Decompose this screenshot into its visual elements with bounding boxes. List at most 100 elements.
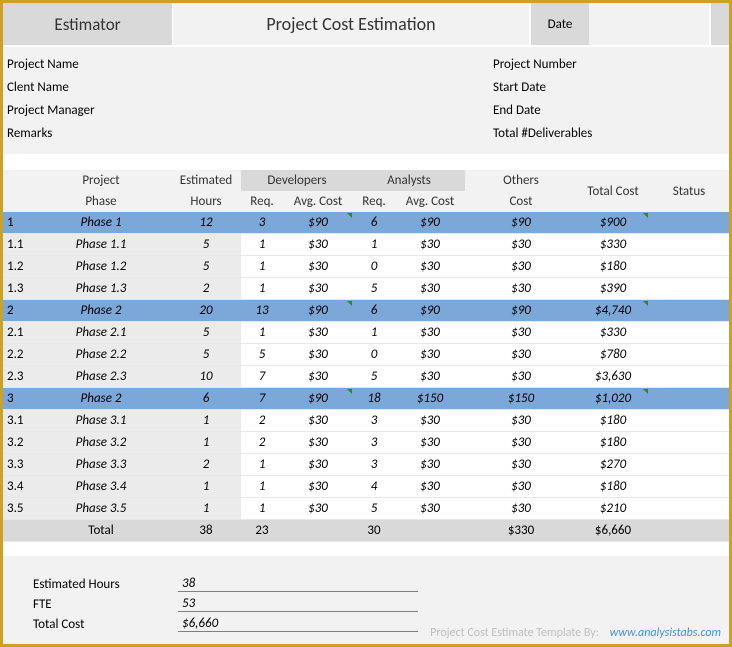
row-hours[interactable]: 5 <box>171 322 241 344</box>
row-ana-req[interactable]: 4 <box>353 476 395 498</box>
row-status[interactable] <box>649 344 729 366</box>
row-dev-req[interactable]: 7 <box>241 388 283 410</box>
row-others[interactable]: $30 <box>465 476 577 498</box>
row-ana-avg[interactable]: $30 <box>395 498 465 520</box>
row-status[interactable] <box>649 498 729 520</box>
row-dev-avg[interactable]: $30 <box>283 322 353 344</box>
row-others[interactable]: $30 <box>465 344 577 366</box>
row-dev-req[interactable]: 13 <box>241 300 283 322</box>
table-row[interactable]: 2.3Phase 2.3107$305$30$30$3,630 <box>3 366 729 388</box>
table-row[interactable]: 3Phase 267$9018$150$150$1,020 <box>3 388 729 410</box>
table-row[interactable]: 2Phase 22013$906$90$90$4,740 <box>3 300 729 322</box>
table-row[interactable]: 3.5Phase 3.511$305$30$30$210 <box>3 498 729 520</box>
summary-est-hours-val[interactable]: 38 <box>178 576 418 592</box>
row-hours[interactable]: 5 <box>171 344 241 366</box>
row-ana-avg[interactable]: $30 <box>395 476 465 498</box>
row-dev-avg[interactable]: $30 <box>283 410 353 432</box>
row-status[interactable] <box>649 322 729 344</box>
row-status[interactable] <box>649 410 729 432</box>
row-ana-req[interactable]: 18 <box>353 388 395 410</box>
row-dev-avg[interactable]: $30 <box>283 454 353 476</box>
row-status[interactable] <box>649 234 729 256</box>
row-dev-req[interactable]: 3 <box>241 212 283 234</box>
row-dev-avg[interactable]: $30 <box>283 234 353 256</box>
row-hours[interactable]: 1 <box>171 410 241 432</box>
row-ana-avg[interactable]: $30 <box>395 432 465 454</box>
row-status[interactable] <box>649 476 729 498</box>
row-ana-avg[interactable]: $30 <box>395 256 465 278</box>
row-others[interactable]: $30 <box>465 234 577 256</box>
row-status[interactable] <box>649 454 729 476</box>
row-ana-req[interactable]: 5 <box>353 278 395 300</box>
row-hours[interactable]: 5 <box>171 256 241 278</box>
row-others[interactable]: $30 <box>465 322 577 344</box>
row-ana-req[interactable]: 1 <box>353 234 395 256</box>
table-row[interactable]: 3.2Phase 3.212$303$30$30$180 <box>3 432 729 454</box>
row-status[interactable] <box>649 388 729 410</box>
row-status[interactable] <box>649 278 729 300</box>
row-ana-avg[interactable]: $90 <box>395 300 465 322</box>
row-dev-avg[interactable]: $30 <box>283 366 353 388</box>
row-ana-avg[interactable]: $30 <box>395 344 465 366</box>
row-dev-req[interactable]: 1 <box>241 278 283 300</box>
row-ana-req[interactable]: 3 <box>353 432 395 454</box>
row-dev-req[interactable]: 1 <box>241 498 283 520</box>
row-others[interactable]: $30 <box>465 454 577 476</box>
row-others[interactable]: $30 <box>465 498 577 520</box>
row-dev-avg[interactable]: $30 <box>283 278 353 300</box>
table-row[interactable]: 1.1Phase 1.151$301$30$30$330 <box>3 234 729 256</box>
row-ana-req[interactable]: 1 <box>353 322 395 344</box>
table-row[interactable]: 3.3Phase 3.321$303$30$30$270 <box>3 454 729 476</box>
row-dev-avg[interactable]: $30 <box>283 344 353 366</box>
row-status[interactable] <box>649 212 729 234</box>
row-ana-avg[interactable]: $30 <box>395 366 465 388</box>
row-hours[interactable]: 12 <box>171 212 241 234</box>
row-ana-req[interactable]: 3 <box>353 410 395 432</box>
row-dev-req[interactable]: 1 <box>241 454 283 476</box>
row-dev-avg[interactable]: $30 <box>283 256 353 278</box>
row-status[interactable] <box>649 300 729 322</box>
row-dev-req[interactable]: 1 <box>241 234 283 256</box>
row-dev-req[interactable]: 5 <box>241 344 283 366</box>
table-row[interactable]: 3.1Phase 3.112$303$30$30$180 <box>3 410 729 432</box>
row-hours[interactable]: 6 <box>171 388 241 410</box>
row-ana-req[interactable]: 6 <box>353 212 395 234</box>
row-dev-req[interactable]: 2 <box>241 432 283 454</box>
row-hours[interactable]: 2 <box>171 454 241 476</box>
row-ana-avg[interactable]: $30 <box>395 454 465 476</box>
row-dev-avg[interactable]: $30 <box>283 432 353 454</box>
row-status[interactable] <box>649 366 729 388</box>
row-status[interactable] <box>649 256 729 278</box>
row-dev-avg[interactable]: $90 <box>283 212 353 234</box>
row-hours[interactable]: 1 <box>171 432 241 454</box>
table-row[interactable]: 1.3Phase 1.321$305$30$30$390 <box>3 278 729 300</box>
row-ana-avg[interactable]: $30 <box>395 322 465 344</box>
row-dev-avg[interactable]: $30 <box>283 476 353 498</box>
row-dev-avg[interactable]: $90 <box>283 388 353 410</box>
row-dev-req[interactable]: 7 <box>241 366 283 388</box>
row-others[interactable]: $150 <box>465 388 577 410</box>
row-hours[interactable]: 5 <box>171 234 241 256</box>
row-ana-req[interactable]: 3 <box>353 454 395 476</box>
date-value[interactable] <box>589 3 709 45</box>
table-row[interactable]: 1.2Phase 1.251$300$30$30$180 <box>3 256 729 278</box>
row-others[interactable]: $30 <box>465 410 577 432</box>
row-others[interactable]: $30 <box>465 432 577 454</box>
row-ana-avg[interactable]: $150 <box>395 388 465 410</box>
table-row[interactable]: 2.2Phase 2.255$300$30$30$780 <box>3 344 729 366</box>
footer-link[interactable]: www.analysistabs.com <box>610 626 721 640</box>
row-dev-req[interactable]: 2 <box>241 410 283 432</box>
row-others[interactable]: $90 <box>465 212 577 234</box>
row-dev-avg[interactable]: $90 <box>283 300 353 322</box>
row-hours[interactable]: 1 <box>171 476 241 498</box>
row-ana-avg[interactable]: $30 <box>395 234 465 256</box>
row-dev-req[interactable]: 1 <box>241 322 283 344</box>
row-ana-req[interactable]: 0 <box>353 344 395 366</box>
row-dev-req[interactable]: 1 <box>241 476 283 498</box>
summary-fte-val[interactable]: 53 <box>178 596 418 612</box>
row-hours[interactable]: 20 <box>171 300 241 322</box>
row-ana-avg[interactable]: $90 <box>395 212 465 234</box>
row-ana-req[interactable]: 5 <box>353 366 395 388</box>
row-hours[interactable]: 1 <box>171 498 241 520</box>
row-others[interactable]: $30 <box>465 366 577 388</box>
